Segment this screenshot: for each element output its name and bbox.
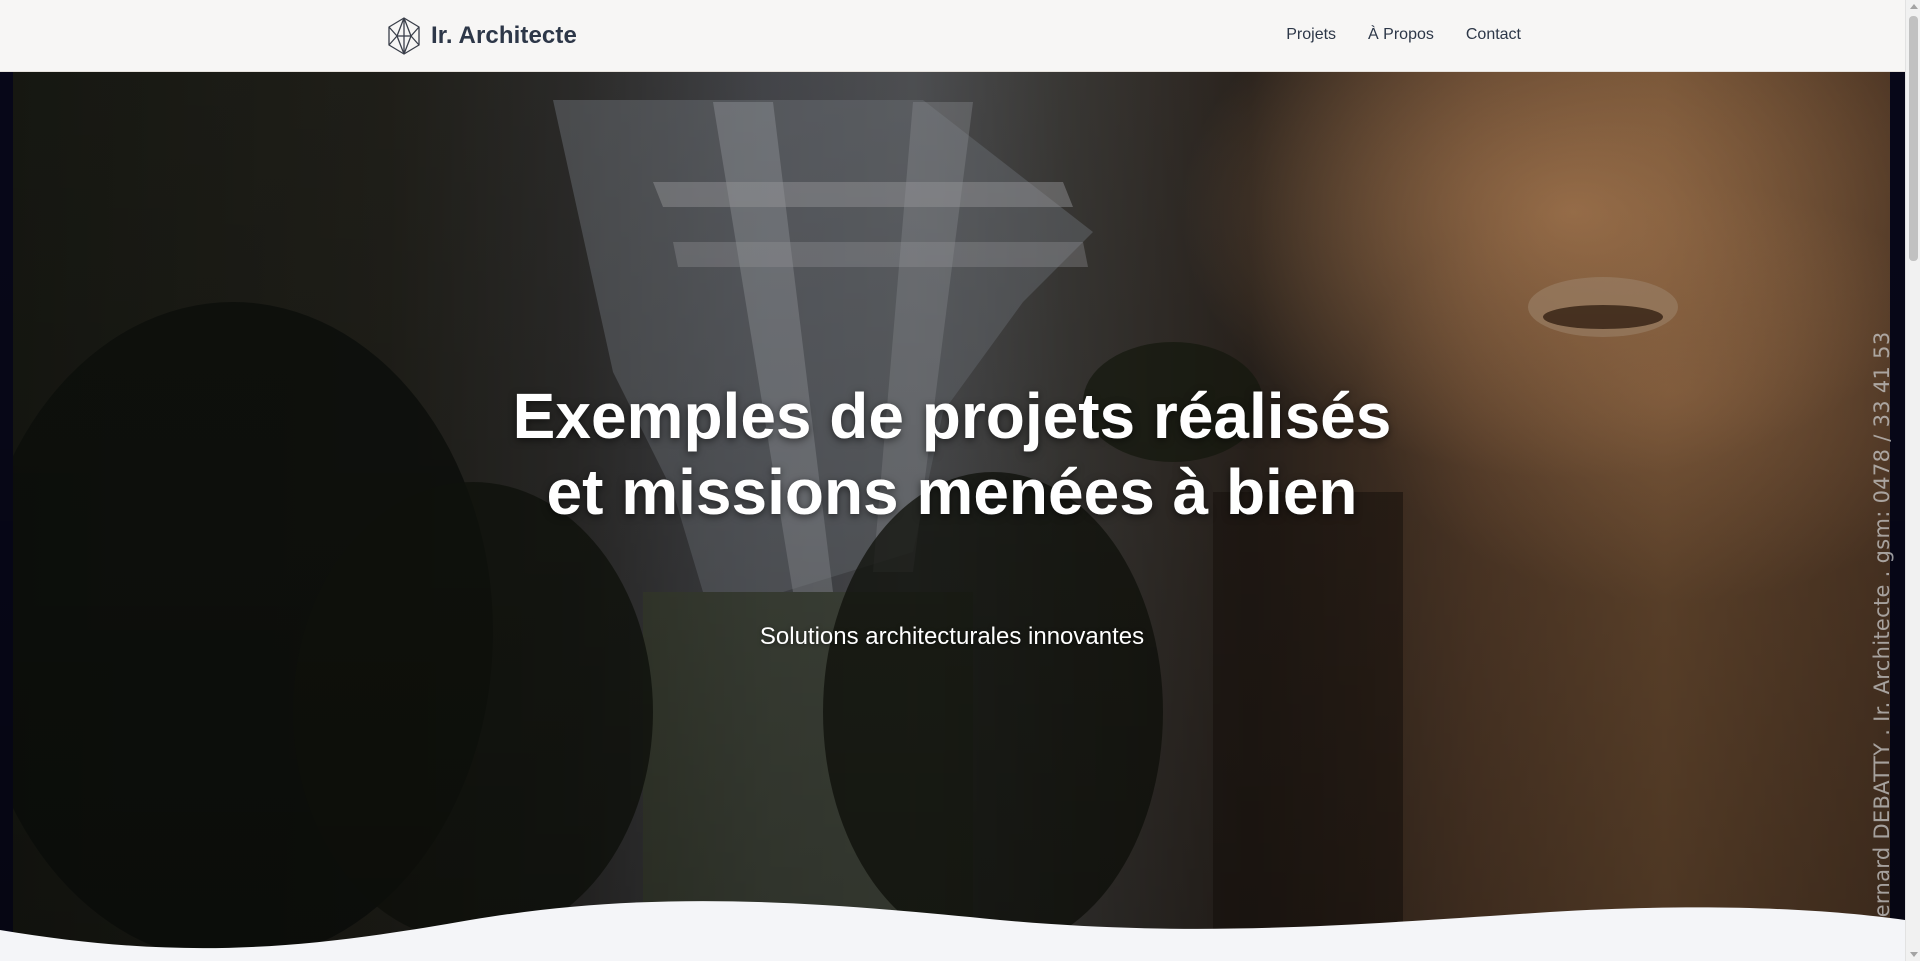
page-scrollbar[interactable] <box>1905 0 1920 961</box>
hero-title-line-2: et missions menées à bien <box>546 456 1358 528</box>
hero-title-line-1: Exemples de projets réalisés <box>512 380 1392 452</box>
brand-logo-link[interactable]: Ir. Architecte <box>386 16 577 56</box>
hero-subtitle: Solutions architecturales innovantes <box>759 623 1145 650</box>
top-navbar: Ir. Architecte Projets À Propos Contact <box>0 0 1905 72</box>
scroll-down-arrow-icon[interactable] <box>1910 952 1918 957</box>
brand-name: Ir. Architecte <box>431 22 577 49</box>
main-nav: Projets À Propos Contact <box>1286 25 1521 45</box>
scroll-up-arrow-icon[interactable] <box>1910 4 1918 9</box>
nav-link-projets[interactable]: Projets <box>1286 25 1336 45</box>
hero-bottom-wave <box>0 901 1905 961</box>
hero-title: Exemples de projets réalisés et missions… <box>452 378 1452 530</box>
scrollbar-thumb[interactable] <box>1909 16 1918 261</box>
geodesic-sphere-icon <box>388 17 420 55</box>
nav-link-contact[interactable]: Contact <box>1466 25 1521 45</box>
nav-link-a-propos[interactable]: À Propos <box>1368 25 1434 45</box>
